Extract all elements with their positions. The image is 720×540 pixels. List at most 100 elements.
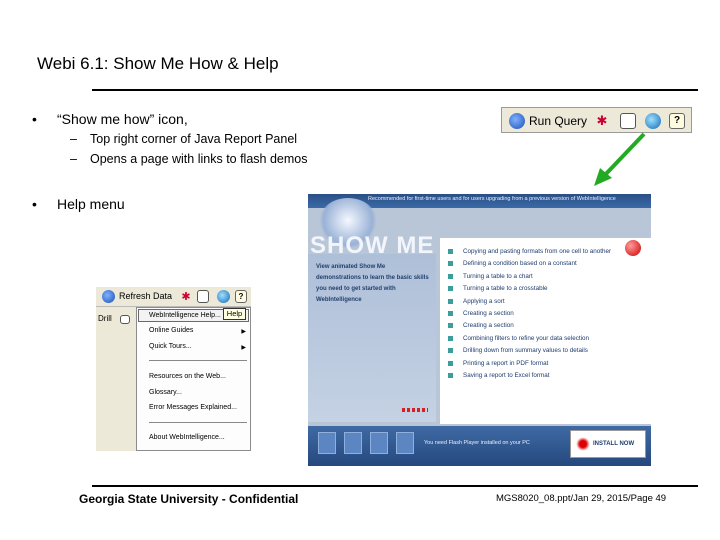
title-divider (92, 89, 698, 91)
document-icon (620, 112, 636, 129)
flash-message: You need Flash Player installed on your … (424, 440, 530, 446)
demo-bullet-icon (448, 311, 453, 317)
help-menu-screenshot: Refresh Data ✱ ? Drill WebIntelligence H… (96, 287, 251, 451)
show-me-how-icon (645, 112, 661, 129)
demo-link-label: Combining filters to refine your data se… (463, 334, 590, 342)
demo-link-label: Printing a report in PDF format (463, 359, 549, 367)
demo-bullet-icon (448, 298, 453, 304)
demo-link[interactable]: Copying and pasting formats from one cel… (448, 246, 611, 258)
demo-bullet-icon (448, 323, 453, 329)
install-now-button[interactable]: INSTALL NOW (570, 430, 646, 458)
drill-area: Drill (96, 307, 136, 451)
demo-link-label: Saving a report to Excel format (463, 372, 550, 380)
demo-bullet-icon (448, 286, 453, 292)
demo-bullet-icon (448, 348, 453, 354)
document-button[interactable] (620, 111, 636, 130)
footer-page-info: MGS8020_08.ppt/Jan 29, 2015/Page 49 (496, 493, 667, 504)
demo-bullet-icon (448, 373, 453, 379)
show-me-description-panel: View animated Show Me demonstrations to … (308, 254, 436, 422)
document-icon[interactable] (197, 290, 209, 303)
sub-dash: – (70, 132, 77, 146)
drill-toggle-icon[interactable] (120, 315, 130, 324)
show-me-big-title: SHOW ME (310, 232, 435, 259)
bullet-dot: • (32, 111, 37, 127)
run-query-label: Run Query (529, 113, 588, 128)
help-icon: ? (669, 112, 685, 129)
progress-dots (402, 408, 428, 412)
banner-text: Recommended for first-time users and for… (368, 196, 616, 202)
nav-tile[interactable] (318, 432, 336, 454)
demo-list: Copying and pasting formats from one cel… (448, 246, 611, 382)
sub-text: Top right corner of Java Report Panel (90, 132, 298, 146)
green-pointer-arrow-icon (594, 132, 646, 186)
nav-tile[interactable] (344, 432, 362, 454)
demo-link-label: Defining a condition based on a constant (463, 260, 577, 268)
show-me-description: View animated Show Me demonstrations to … (316, 264, 429, 303)
menu-item-resources-web[interactable]: Resources on the Web... (149, 373, 226, 380)
show-me-how-icon[interactable] (217, 290, 230, 303)
menu-item-glossary[interactable]: Glossary... (149, 389, 182, 396)
slide-title: Webi 6.1: Show Me How & Help (37, 54, 279, 73)
demo-link-label: Drilling down from summary values to det… (463, 347, 588, 355)
demo-link[interactable]: Printing a report in PDF format (448, 358, 611, 370)
demo-bullet-icon (448, 335, 453, 341)
menu-item-label: Error Messages Explained... (149, 404, 237, 411)
bullet-text: Help menu (57, 196, 125, 212)
run-query-icon (509, 112, 525, 129)
demo-bullet-icon (448, 261, 453, 267)
demo-link-label: Creating a section (463, 310, 514, 318)
flash-logo-icon (575, 436, 591, 452)
install-now-label: INSTALL NOW (593, 441, 635, 447)
demo-bullet-icon (448, 249, 453, 254)
demo-link[interactable]: Saving a report to Excel format (448, 370, 611, 382)
demo-link[interactable]: Applying a sort (448, 296, 611, 308)
menu-item-about[interactable]: About WebIntelligence... (149, 434, 225, 441)
menu-item-quick-tours[interactable]: Quick Tours... (149, 343, 192, 350)
bullet-text: “Show me how” icon, (57, 111, 188, 127)
submenu-arrow-icon: ▶ (241, 329, 246, 335)
menu-item-label: Resources on the Web... (149, 373, 226, 380)
nav-tile[interactable] (396, 432, 414, 454)
drill-label: Drill (98, 314, 112, 323)
show-me-page-screenshot: Recommended for first-time users and for… (308, 194, 651, 466)
flash-bar: You need Flash Player installed on your … (308, 426, 651, 466)
help-dropdown-menu: WebIntelligence Help... Online Guides ▶ … (136, 307, 251, 451)
show-me-how-button[interactable] (645, 111, 661, 130)
help-button[interactable]: ? (669, 111, 685, 130)
bullet-dot: • (32, 196, 37, 212)
menu-item-label: Glossary... (149, 389, 182, 396)
demo-link[interactable]: Creating a section (448, 308, 611, 320)
refresh-data-label[interactable]: Refresh Data (119, 291, 172, 301)
demo-link[interactable]: Creating a section (448, 320, 611, 332)
menu-item-online-guides[interactable]: Online Guides (149, 327, 193, 334)
menu-separator (149, 360, 247, 361)
menu-item-label: Online Guides (149, 327, 194, 334)
footer-confidential: Georgia State University - Confidential (79, 492, 299, 506)
demo-link[interactable]: Turning a table to a chart (448, 271, 611, 283)
demo-link-label: Applying a sort (463, 297, 505, 305)
drill-button[interactable]: ✱ (594, 111, 610, 130)
menu-separator (149, 422, 247, 423)
demo-link[interactable]: Drilling down from summary values to det… (448, 345, 611, 357)
demo-link-label: Turning a table to a chart (463, 272, 533, 280)
demo-link-label: Turning a table to a crosstable (463, 285, 548, 293)
help-icon[interactable]: ? (235, 290, 247, 303)
menu-item-label: Quick Tours... (149, 343, 192, 350)
demo-link[interactable]: Defining a condition based on a constant (448, 258, 611, 270)
demo-link[interactable]: Combining filters to refine your data se… (448, 333, 611, 345)
demo-bullet-icon (448, 360, 453, 366)
nav-tile[interactable] (370, 432, 388, 454)
footer-divider (92, 485, 698, 487)
drill-icon[interactable]: ✱ (178, 289, 194, 305)
menu-item-error-messages[interactable]: Error Messages Explained... (149, 404, 237, 411)
help-tooltip: Help (223, 308, 246, 320)
demo-link[interactable]: Turning a table to a crosstable (448, 283, 611, 295)
demo-link-label: Copying and pasting formats from one cel… (463, 248, 612, 255)
demo-list-panel: Copying and pasting formats from one cel… (440, 238, 651, 424)
demo-bullet-icon (448, 273, 453, 279)
drill-icon: ✱ (596, 112, 608, 128)
demo-link-label: Creating a section (463, 322, 514, 330)
menu-item-label: About WebIntelligence... (149, 434, 225, 441)
sub-dash: – (70, 152, 77, 166)
run-query-button[interactable]: Run Query (509, 111, 587, 130)
